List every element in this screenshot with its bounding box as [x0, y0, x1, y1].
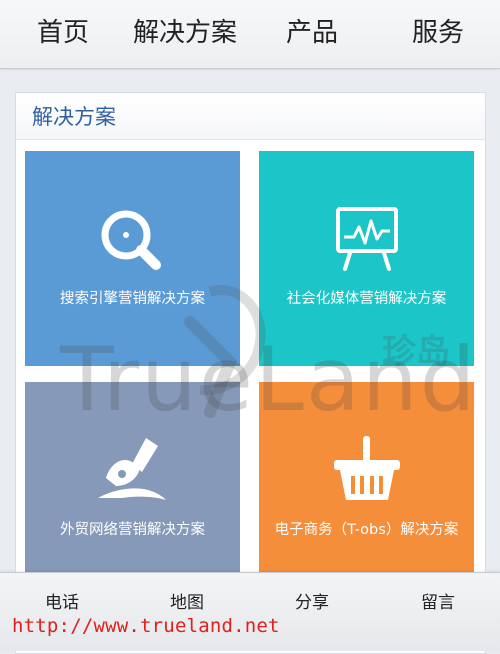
tile-label: 搜索引擎营销解决方案 [60, 291, 205, 307]
tile-label: 电子商务（T-obs）解决方案 [274, 522, 459, 538]
tile-search-engine-marketing[interactable]: 搜索引擎营销解决方案 [25, 151, 240, 366]
bottom-message[interactable]: 留言 [421, 591, 455, 615]
basket-icon [334, 436, 400, 500]
bottom-bar: 电话 地图 分享 留言 [0, 572, 500, 651]
panel-header: 解决方案 [16, 93, 485, 140]
url-overlay: http://www.trueland.net [12, 615, 280, 637]
nav-products[interactable]: 产品 [286, 16, 338, 50]
bottom-phone[interactable]: 电话 [45, 591, 79, 615]
ship-icon [98, 438, 166, 500]
presentation-chart-icon [336, 207, 398, 271]
tile-foreign-trade-marketing[interactable]: 外贸网络营销解决方案 [25, 382, 240, 597]
bottom-map[interactable]: 地图 [170, 591, 204, 615]
nav-services[interactable]: 服务 [412, 16, 464, 50]
panel-title: 解决方案 [32, 105, 116, 129]
search-icon [101, 210, 161, 270]
tile-ecommerce[interactable]: 电子商务（T-obs）解决方案 [259, 382, 474, 597]
tile-label: 外贸网络营销解决方案 [60, 522, 205, 538]
tile-social-media-marketing[interactable]: 社会化媒体营销解决方案 [259, 151, 474, 366]
nav-solutions[interactable]: 解决方案 [133, 16, 237, 50]
top-nav: 首页 解决方案 产品 服务 [0, 0, 500, 69]
nav-home[interactable]: 首页 [37, 16, 89, 50]
bottom-share[interactable]: 分享 [295, 591, 329, 615]
tile-label: 社会化媒体营销解决方案 [286, 291, 447, 307]
